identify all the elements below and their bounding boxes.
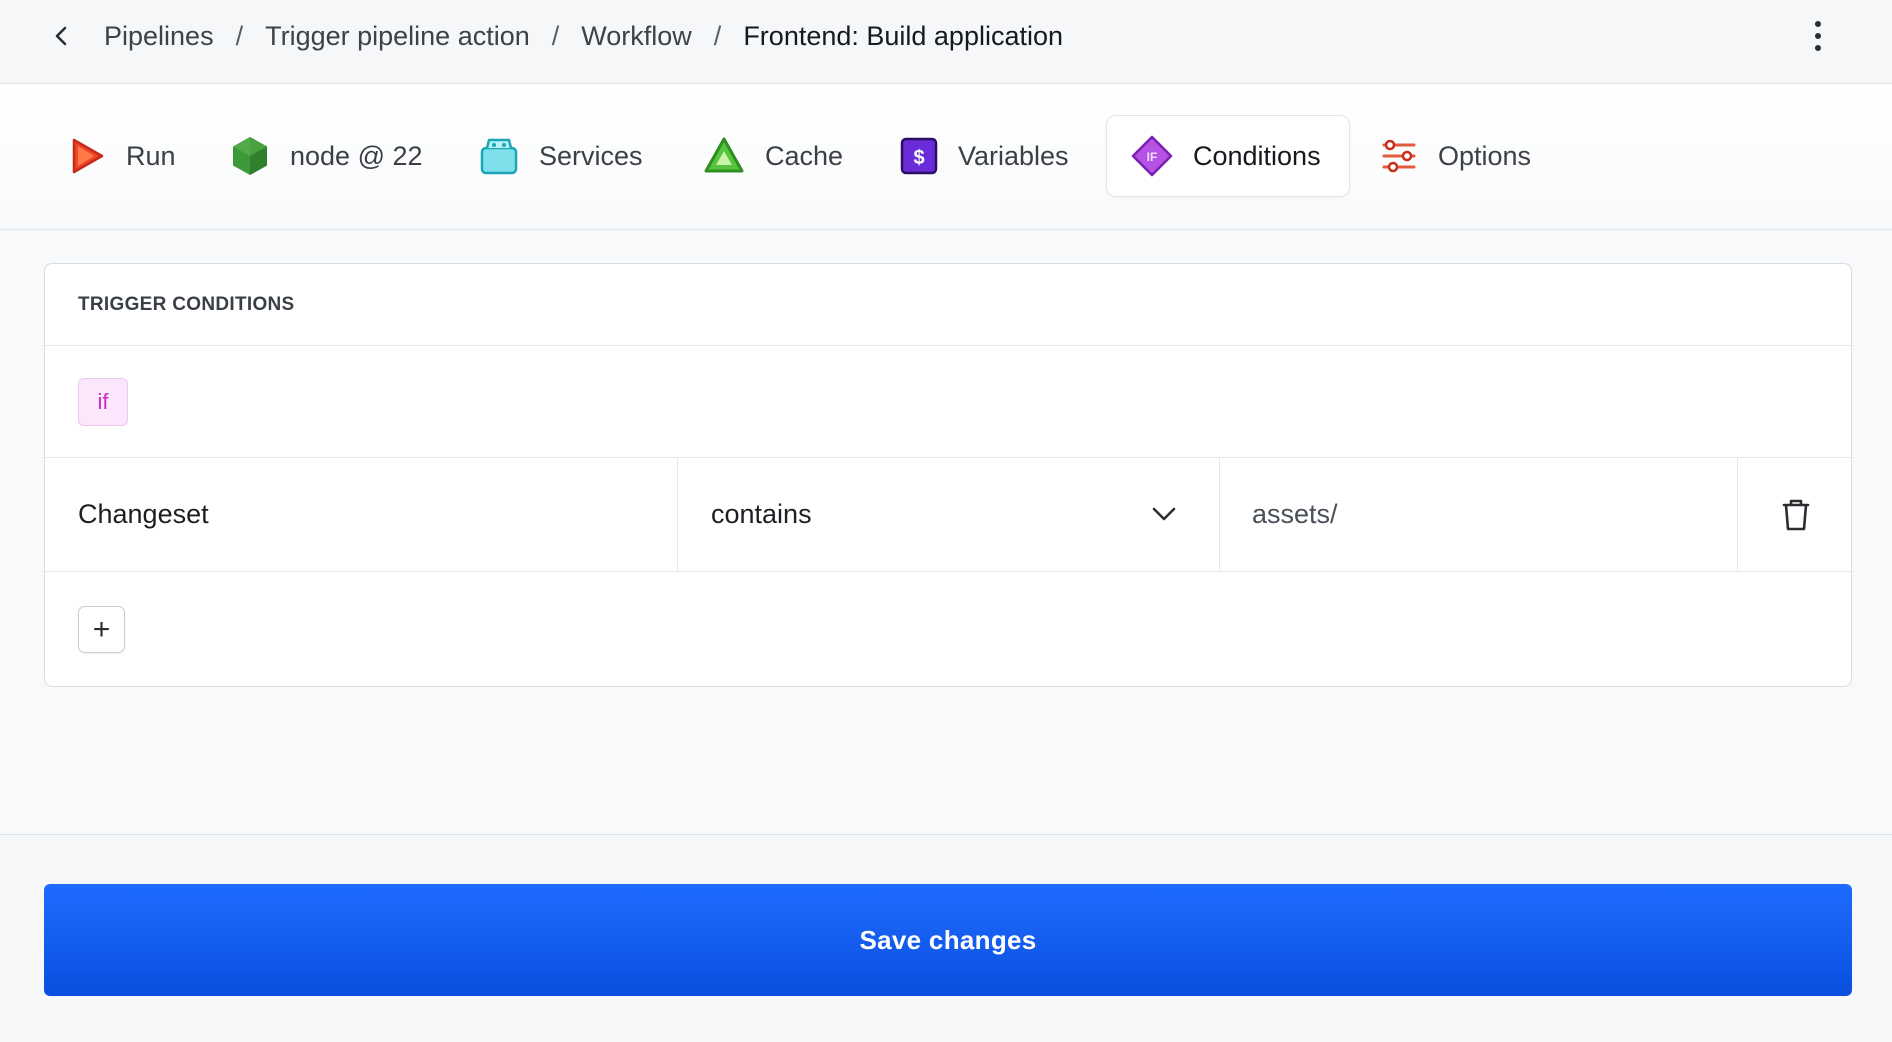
cache-triangle-icon bbox=[704, 137, 744, 173]
chevron-down-icon bbox=[1152, 507, 1176, 521]
play-icon bbox=[72, 138, 104, 174]
breadcrumb-separator: / bbox=[713, 20, 722, 51]
trash-icon bbox=[1782, 499, 1809, 530]
tab-label: Variables bbox=[958, 140, 1069, 171]
svg-text:IF: IF bbox=[1147, 150, 1158, 164]
save-changes-button[interactable]: Save changes bbox=[44, 884, 1852, 996]
breadcrumb: Pipelines / Trigger pipeline action / Wo… bbox=[104, 16, 1063, 56]
condition-operator-value: contains bbox=[711, 499, 812, 529]
conditions-panel: TRIGGER CONDITIONS if Changeset contains bbox=[0, 231, 1892, 835]
chevron-left-icon bbox=[55, 26, 67, 46]
tab-run[interactable]: Run bbox=[42, 115, 200, 197]
if-badge: if bbox=[78, 378, 128, 426]
back-button[interactable] bbox=[44, 18, 78, 54]
condition-operator-select[interactable]: contains bbox=[678, 458, 1220, 571]
if-diamond-icon: IF bbox=[1131, 135, 1173, 177]
breadcrumb-separator: / bbox=[235, 20, 244, 51]
footer: Save changes bbox=[0, 835, 1892, 1042]
add-condition-row: + bbox=[45, 572, 1851, 686]
condition-value-cell bbox=[1220, 458, 1738, 571]
top-bar: Pipelines / Trigger pipeline action / Wo… bbox=[0, 0, 1892, 84]
tab-cache[interactable]: Cache bbox=[679, 115, 867, 197]
condition-field-select[interactable]: Changeset bbox=[45, 458, 678, 571]
trigger-conditions-card: TRIGGER CONDITIONS if Changeset contains bbox=[44, 263, 1852, 687]
condition-value-input[interactable] bbox=[1252, 499, 1692, 530]
tab-node[interactable]: node @ 22 bbox=[206, 115, 447, 197]
add-condition-button[interactable]: + bbox=[78, 606, 125, 653]
tab-variables[interactable]: $ Variables bbox=[876, 115, 1093, 197]
delete-condition-button[interactable] bbox=[1738, 458, 1851, 571]
sliders-options-icon bbox=[1382, 139, 1416, 173]
tab-label: Services bbox=[539, 140, 643, 171]
tab-options[interactable]: Options bbox=[1356, 115, 1555, 197]
condition-field-value: Changeset bbox=[78, 499, 209, 529]
breadcrumb-pipelines[interactable]: Pipelines bbox=[104, 21, 214, 52]
breadcrumb-trigger-pipeline-action[interactable]: Trigger pipeline action bbox=[265, 21, 530, 52]
tab-label: Cache bbox=[765, 140, 844, 171]
if-row: if bbox=[45, 346, 1851, 458]
tab-services[interactable]: Services bbox=[455, 115, 667, 197]
card-title: TRIGGER CONDITIONS bbox=[45, 264, 1851, 346]
tab-label: Conditions bbox=[1193, 140, 1321, 171]
tab-label: Run bbox=[126, 140, 176, 171]
kebab-menu-icon[interactable] bbox=[1800, 16, 1836, 56]
svg-text:$: $ bbox=[913, 147, 924, 169]
action-tab-bar: Run node @ 22 Services Cache $ Variables… bbox=[0, 84, 1892, 230]
breadcrumb-current-page: Frontend: Build application bbox=[743, 20, 1064, 51]
nodejs-hexagon-icon bbox=[233, 137, 267, 175]
tab-label: Options bbox=[1438, 140, 1532, 171]
tab-label: node @ 22 bbox=[290, 140, 423, 171]
breadcrumb-workflow[interactable]: Workflow bbox=[581, 21, 692, 52]
dollar-variable-icon: $ bbox=[900, 137, 938, 175]
tab-conditions[interactable]: IF Conditions bbox=[1106, 115, 1350, 197]
breadcrumb-separator: / bbox=[551, 20, 560, 51]
services-box-icon bbox=[480, 138, 518, 175]
condition-row: Changeset contains bbox=[45, 458, 1851, 572]
